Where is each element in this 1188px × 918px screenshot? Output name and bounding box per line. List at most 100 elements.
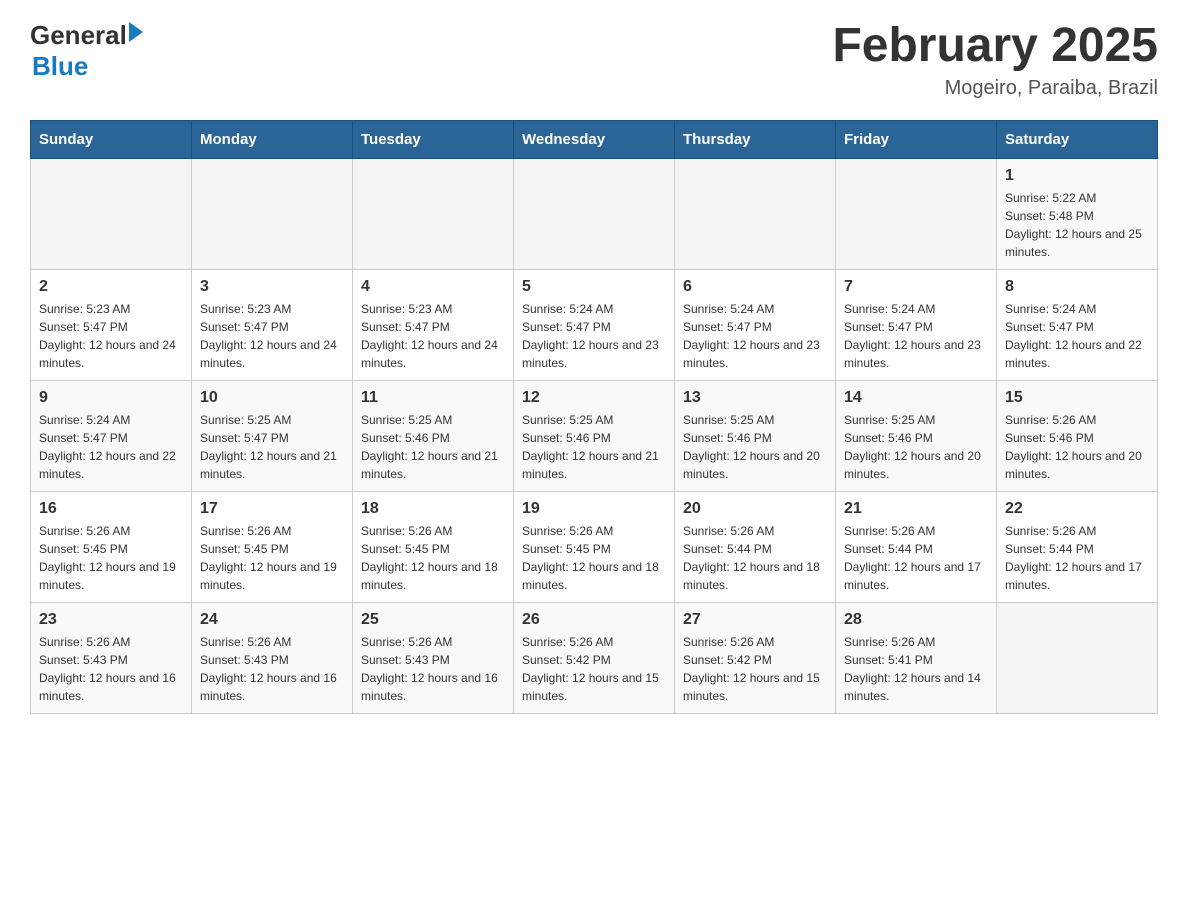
day-number: 13	[683, 389, 827, 407]
day-info: Sunrise: 5:26 AMSunset: 5:41 PMDaylight:…	[844, 633, 988, 705]
calendar-day-cell	[192, 158, 353, 269]
title-block: February 2025 Mogeiro, Paraiba, Brazil	[832, 20, 1158, 100]
day-number: 17	[200, 500, 344, 518]
day-number: 23	[39, 611, 183, 629]
calendar-day-cell: 7 Sunrise: 5:24 AMSunset: 5:47 PMDaylight…	[836, 269, 997, 380]
day-info: Sunrise: 5:26 AMSunset: 5:45 PMDaylight:…	[361, 522, 505, 594]
day-number: 12	[522, 389, 666, 407]
day-info: Sunrise: 5:24 AMSunset: 5:47 PMDaylight:…	[844, 300, 988, 372]
calendar-day-cell: 22 Sunrise: 5:26 AMSunset: 5:44 PMDayligh…	[997, 491, 1158, 602]
calendar-day-cell: 5Sunrise: 5:24 AMSunset: 5:47 PMDaylight…	[514, 269, 675, 380]
day-number: 24	[200, 611, 344, 629]
calendar-day-cell: 26 Sunrise: 5:26 AMSunset: 5:42 PMDayligh…	[514, 602, 675, 713]
day-info: Sunrise: 5:23 AMSunset: 5:47 PMDaylight:…	[200, 300, 344, 372]
day-number: 11	[361, 389, 505, 407]
calendar-day-cell: 15 Sunrise: 5:26 AMSunset: 5:46 PMDayligh…	[997, 380, 1158, 491]
calendar-week-row: 9Sunrise: 5:24 AMSunset: 5:47 PMDaylight…	[31, 380, 1158, 491]
day-number: 3	[200, 278, 344, 296]
day-number: 9	[39, 389, 183, 407]
logo-general-text: General	[30, 20, 127, 51]
calendar-day-cell: 3 Sunrise: 5:23 AMSunset: 5:47 PMDaylight…	[192, 269, 353, 380]
month-title: February 2025	[832, 20, 1158, 73]
weekday-header-friday: Friday	[836, 120, 997, 158]
calendar-day-cell: 11 Sunrise: 5:25 AMSunset: 5:46 PMDayligh…	[353, 380, 514, 491]
calendar-day-cell: 6 Sunrise: 5:24 AMSunset: 5:47 PMDaylight…	[675, 269, 836, 380]
day-info: Sunrise: 5:23 AMSunset: 5:47 PMDaylight:…	[361, 300, 505, 372]
calendar-day-cell: 4 Sunrise: 5:23 AMSunset: 5:47 PMDaylight…	[353, 269, 514, 380]
calendar-day-cell: 21 Sunrise: 5:26 AMSunset: 5:44 PMDayligh…	[836, 491, 997, 602]
day-info: Sunrise: 5:26 AMSunset: 5:45 PMDaylight:…	[200, 522, 344, 594]
day-number: 7	[844, 278, 988, 296]
calendar-week-row: 16 Sunrise: 5:26 AMSunset: 5:45 PMDayligh…	[31, 491, 1158, 602]
day-number: 22	[1005, 500, 1149, 518]
calendar-day-cell	[836, 158, 997, 269]
calendar-day-cell: 9Sunrise: 5:24 AMSunset: 5:47 PMDaylight…	[31, 380, 192, 491]
day-number: 14	[844, 389, 988, 407]
weekday-header-thursday: Thursday	[675, 120, 836, 158]
day-number: 6	[683, 278, 827, 296]
day-info: Sunrise: 5:26 AMSunset: 5:44 PMDaylight:…	[683, 522, 827, 594]
day-info: Sunrise: 5:26 AMSunset: 5:44 PMDaylight:…	[1005, 522, 1149, 594]
day-number: 20	[683, 500, 827, 518]
day-info: Sunrise: 5:26 AMSunset: 5:43 PMDaylight:…	[361, 633, 505, 705]
day-info: Sunrise: 5:22 AMSunset: 5:48 PMDaylight:…	[1005, 189, 1149, 261]
calendar-day-cell: 18 Sunrise: 5:26 AMSunset: 5:45 PMDayligh…	[353, 491, 514, 602]
calendar-table: SundayMondayTuesdayWednesdayThursdayFrid…	[30, 120, 1158, 714]
calendar-week-row: 23 Sunrise: 5:26 AMSunset: 5:43 PMDayligh…	[31, 602, 1158, 713]
day-number: 16	[39, 500, 183, 518]
weekday-header-row: SundayMondayTuesdayWednesdayThursdayFrid…	[31, 120, 1158, 158]
day-number: 15	[1005, 389, 1149, 407]
location-title: Mogeiro, Paraiba, Brazil	[832, 77, 1158, 100]
day-number: 18	[361, 500, 505, 518]
calendar-day-cell	[997, 602, 1158, 713]
weekday-header-saturday: Saturday	[997, 120, 1158, 158]
weekday-header-wednesday: Wednesday	[514, 120, 675, 158]
day-info: Sunrise: 5:26 AMSunset: 5:46 PMDaylight:…	[1005, 411, 1149, 483]
logo: General Blue	[30, 20, 143, 82]
day-info: Sunrise: 5:25 AMSunset: 5:47 PMDaylight:…	[200, 411, 344, 483]
day-info: Sunrise: 5:24 AMSunset: 5:47 PMDaylight:…	[683, 300, 827, 372]
page-header: General Blue February 2025 Mogeiro, Para…	[30, 20, 1158, 100]
calendar-day-cell: 1 Sunrise: 5:22 AMSunset: 5:48 PMDaylight…	[997, 158, 1158, 269]
day-number: 28	[844, 611, 988, 629]
day-info: Sunrise: 5:25 AMSunset: 5:46 PMDaylight:…	[844, 411, 988, 483]
day-number: 27	[683, 611, 827, 629]
calendar-day-cell: 12 Sunrise: 5:25 AMSunset: 5:46 PMDayligh…	[514, 380, 675, 491]
day-number: 10	[200, 389, 344, 407]
weekday-header-monday: Monday	[192, 120, 353, 158]
day-info: Sunrise: 5:24 AMSunset: 5:47 PMDaylight:…	[1005, 300, 1149, 372]
day-info: Sunrise: 5:26 AMSunset: 5:43 PMDaylight:…	[39, 633, 183, 705]
day-info: Sunrise: 5:26 AMSunset: 5:45 PMDaylight:…	[522, 522, 666, 594]
calendar-day-cell: 10 Sunrise: 5:25 AMSunset: 5:47 PMDayligh…	[192, 380, 353, 491]
day-number: 21	[844, 500, 988, 518]
day-info: Sunrise: 5:26 AMSunset: 5:44 PMDaylight:…	[844, 522, 988, 594]
calendar-day-cell: 13 Sunrise: 5:25 AMSunset: 5:46 PMDayligh…	[675, 380, 836, 491]
calendar-day-cell: 19 Sunrise: 5:26 AMSunset: 5:45 PMDayligh…	[514, 491, 675, 602]
day-number: 4	[361, 278, 505, 296]
calendar-day-cell	[675, 158, 836, 269]
day-number: 1	[1005, 167, 1149, 185]
weekday-header-sunday: Sunday	[31, 120, 192, 158]
day-info: Sunrise: 5:25 AMSunset: 5:46 PMDaylight:…	[683, 411, 827, 483]
day-info: Sunrise: 5:25 AMSunset: 5:46 PMDaylight:…	[522, 411, 666, 483]
day-number: 19	[522, 500, 666, 518]
weekday-header-tuesday: Tuesday	[353, 120, 514, 158]
calendar-day-cell: 28 Sunrise: 5:26 AMSunset: 5:41 PMDayligh…	[836, 602, 997, 713]
calendar-week-row: 2Sunrise: 5:23 AMSunset: 5:47 PMDaylight…	[31, 269, 1158, 380]
calendar-day-cell: 16 Sunrise: 5:26 AMSunset: 5:45 PMDayligh…	[31, 491, 192, 602]
calendar-day-cell: 8Sunrise: 5:24 AMSunset: 5:47 PMDaylight…	[997, 269, 1158, 380]
calendar-day-cell: 20 Sunrise: 5:26 AMSunset: 5:44 PMDayligh…	[675, 491, 836, 602]
calendar-day-cell	[353, 158, 514, 269]
calendar-day-cell: 24Sunrise: 5:26 AMSunset: 5:43 PMDayligh…	[192, 602, 353, 713]
day-number: 5	[522, 278, 666, 296]
calendar-week-row: 1 Sunrise: 5:22 AMSunset: 5:48 PMDaylight…	[31, 158, 1158, 269]
logo-arrow-icon	[129, 22, 143, 42]
day-info: Sunrise: 5:25 AMSunset: 5:46 PMDaylight:…	[361, 411, 505, 483]
day-info: Sunrise: 5:26 AMSunset: 5:42 PMDaylight:…	[683, 633, 827, 705]
calendar-day-cell: 14 Sunrise: 5:25 AMSunset: 5:46 PMDayligh…	[836, 380, 997, 491]
day-info: Sunrise: 5:23 AMSunset: 5:47 PMDaylight:…	[39, 300, 183, 372]
day-info: Sunrise: 5:26 AMSunset: 5:45 PMDaylight:…	[39, 522, 183, 594]
day-info: Sunrise: 5:26 AMSunset: 5:42 PMDaylight:…	[522, 633, 666, 705]
day-number: 26	[522, 611, 666, 629]
calendar-day-cell: 25Sunrise: 5:26 AMSunset: 5:43 PMDayligh…	[353, 602, 514, 713]
